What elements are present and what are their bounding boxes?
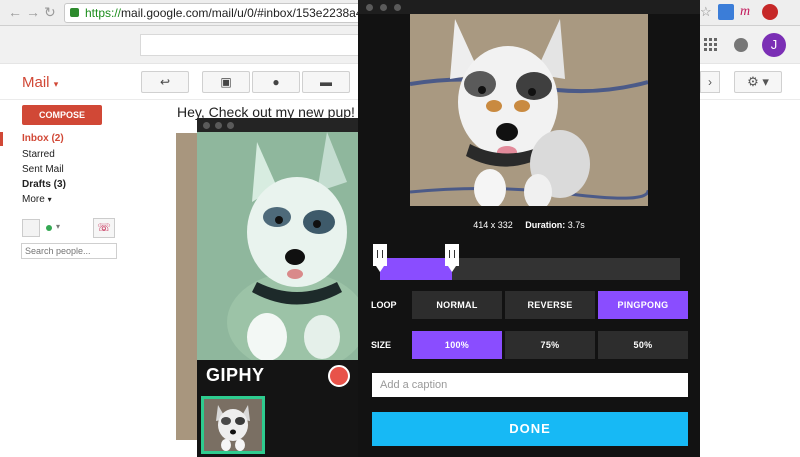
trash-icon: ▬ xyxy=(320,75,332,89)
hangouts-phone-button[interactable]: ☏ xyxy=(93,218,115,238)
trim-start-handle[interactable] xyxy=(373,244,387,272)
email-attachment-image xyxy=(176,133,198,440)
close-window-icon[interactable] xyxy=(366,4,373,11)
caption-input[interactable] xyxy=(372,373,688,397)
report-spam-button[interactable]: ● xyxy=(252,71,300,93)
chevron-down-icon: ▾ xyxy=(53,79,59,89)
trim-selection xyxy=(380,258,452,280)
mail-menu[interactable]: Mail ▾ xyxy=(22,74,58,91)
search-people-input[interactable] xyxy=(21,243,117,259)
chevron-down-icon[interactable]: ▾ xyxy=(56,222,60,231)
extension-m-icon[interactable]: m xyxy=(740,4,756,20)
duration-label: Duration: xyxy=(525,220,566,230)
grip-icon xyxy=(449,250,455,258)
giphy-logo: GIPHY xyxy=(206,365,265,385)
settings-button[interactable]: ⚙ ▾ xyxy=(734,71,782,93)
status-online-icon xyxy=(46,225,52,231)
gmail-search-input[interactable] xyxy=(140,34,360,56)
size-label: SIZE xyxy=(371,340,392,350)
capture-thumbnail[interactable] xyxy=(201,396,265,454)
phone-icon: ☏ xyxy=(97,222,111,234)
back-arrow-icon[interactable]: ← xyxy=(8,4,22,20)
gif-preview[interactable] xyxy=(410,14,648,206)
size-option-50[interactable]: 50% xyxy=(598,331,688,359)
delete-button[interactable]: ▬ xyxy=(302,71,350,93)
url-path: mail.google.com/mail/u/0/#inbox/153e2238… xyxy=(121,6,363,20)
sidebar-item-more[interactable]: More ▾ xyxy=(22,194,52,205)
loop-option-pingpong[interactable]: PINGPONG xyxy=(598,291,688,319)
trim-timeline[interactable] xyxy=(380,258,680,280)
more-label: More xyxy=(22,194,45,205)
dog-capture-image xyxy=(197,132,360,360)
record-button[interactable] xyxy=(328,365,350,387)
compose-button[interactable]: COMPOSE xyxy=(22,105,102,125)
address-bar[interactable]: https://mail.google.com/mail/u/0/#inbox/… xyxy=(64,3,364,23)
close-window-icon[interactable] xyxy=(203,122,210,129)
cast-icon[interactable] xyxy=(718,4,734,20)
next-email-button[interactable]: › xyxy=(700,71,720,93)
minimize-window-icon[interactable] xyxy=(215,122,222,129)
lock-icon xyxy=(70,8,79,17)
dog-preview-image xyxy=(410,14,648,206)
capture-preview[interactable] xyxy=(197,132,360,360)
screen: ← → ↻ https://mail.google.com/mail/u/0/#… xyxy=(0,0,800,457)
loop-label: LOOP xyxy=(371,300,397,310)
zoom-window-icon[interactable] xyxy=(394,4,401,11)
sidebar-item-starred[interactable]: Starred xyxy=(22,149,55,160)
active-indicator xyxy=(0,132,3,146)
gif-info: 414 x 332 Duration: 3.7s xyxy=(358,220,700,230)
notifications-icon[interactable] xyxy=(734,38,748,52)
spam-icon: ● xyxy=(272,75,280,89)
duration-value: 3.7s xyxy=(567,220,585,230)
reply-arrow-icon: ↩ xyxy=(159,75,171,89)
gif-dimensions: 414 x 332 xyxy=(473,220,513,230)
zoom-window-icon[interactable] xyxy=(227,122,234,129)
loop-option-normal[interactable]: NORMAL xyxy=(412,291,502,319)
done-button[interactable]: DONE xyxy=(372,412,688,446)
sidebar-item-drafts[interactable]: Drafts (3) xyxy=(22,179,66,190)
chat-avatar[interactable] xyxy=(22,219,40,237)
minimize-window-icon[interactable] xyxy=(380,4,387,11)
sidebar-item-sent[interactable]: Sent Mail xyxy=(22,164,64,175)
archive-button[interactable]: ▣ xyxy=(202,71,250,93)
editor-window-titlebar[interactable] xyxy=(358,0,700,14)
reload-icon[interactable]: ↻ xyxy=(44,4,56,20)
chevron-down-icon: ▾ xyxy=(47,195,52,204)
forward-arrow-icon[interactable]: → xyxy=(26,4,40,20)
url-scheme: https:// xyxy=(85,6,122,20)
trim-end-handle[interactable] xyxy=(445,244,459,272)
archive-icon: ▣ xyxy=(220,75,232,89)
account-avatar[interactable]: J xyxy=(762,33,786,57)
size-option-75[interactable]: 75% xyxy=(505,331,595,359)
back-to-inbox-button[interactable]: ↩ xyxy=(141,71,189,93)
small-window-titlebar[interactable] xyxy=(197,118,360,132)
dog-thumbnail-image xyxy=(204,399,262,451)
size-option-100[interactable]: 100% xyxy=(412,331,502,359)
chevron-right-icon: › xyxy=(708,75,712,89)
extension-bug-icon[interactable] xyxy=(762,4,778,20)
gear-icon: ⚙ ▾ xyxy=(747,74,769,89)
apps-grid-icon[interactable] xyxy=(704,38,718,52)
loop-option-reverse[interactable]: REVERSE xyxy=(505,291,595,319)
grip-icon xyxy=(377,250,383,258)
star-icon[interactable]: ☆ xyxy=(700,4,716,20)
mail-label: Mail xyxy=(22,74,50,91)
sidebar-item-inbox[interactable]: Inbox (2) xyxy=(22,133,64,144)
